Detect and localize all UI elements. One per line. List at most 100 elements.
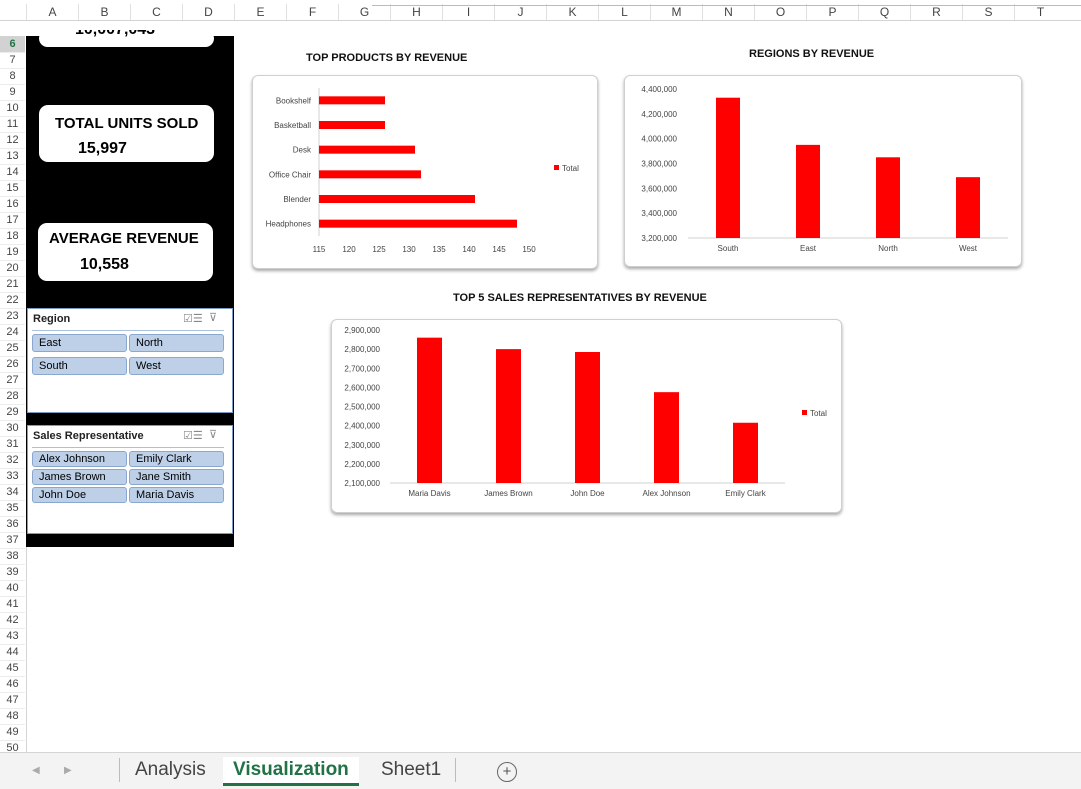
column-header-s[interactable]: S <box>962 4 1014 20</box>
column-header-o[interactable]: O <box>754 4 806 20</box>
regions-chart[interactable]: 4,400,000 4,200,000 4,000,000 3,800,000 3,60… <box>624 75 1022 267</box>
column-header-q[interactable]: Q <box>858 4 910 20</box>
row-header-39[interactable]: 39 <box>0 564 25 581</box>
row-header-47[interactable]: 47 <box>0 692 25 709</box>
add-sheet-icon[interactable]: + <box>497 762 517 782</box>
row-header-10[interactable]: 10 <box>0 100 25 117</box>
column-header-l[interactable]: L <box>598 4 650 20</box>
row-header-31[interactable]: 31 <box>0 436 25 453</box>
row-header-12[interactable]: 12 <box>0 132 25 149</box>
sales-rep-slicer-title: Sales Representative <box>33 430 144 442</box>
bar-alex-johnson <box>654 392 679 483</box>
row-header-43[interactable]: 43 <box>0 628 25 645</box>
clear-filter-icon[interactable]: ⊽ <box>209 311 217 324</box>
row-header-7[interactable]: 7 <box>0 52 25 69</box>
row-header-38[interactable]: 38 <box>0 548 25 565</box>
row-header-14[interactable]: 14 <box>0 164 25 181</box>
row-header-21[interactable]: 21 <box>0 276 25 293</box>
rep-item-james-brown[interactable]: James Brown <box>32 469 127 485</box>
column-header-c[interactable]: C <box>130 4 182 20</box>
region-slicer[interactable]: Region ☑☰ ⊽ East North South West <box>27 308 233 413</box>
row-header-15[interactable]: 15 <box>0 180 25 197</box>
region-item-south[interactable]: South <box>32 357 127 375</box>
row-header-13[interactable]: 13 <box>0 148 25 165</box>
row-header-42[interactable]: 42 <box>0 612 25 629</box>
row-header-17[interactable]: 17 <box>0 212 25 229</box>
reps-chart[interactable]: 2,900,000 2,800,000 2,700,000 2,600,000 2,50… <box>331 319 842 513</box>
tick-label: 2,500,000 <box>344 403 380 412</box>
column-header-r[interactable]: R <box>910 4 962 20</box>
row-header-33[interactable]: 33 <box>0 468 25 485</box>
column-header-k[interactable]: K <box>546 4 598 20</box>
tab-sheet1[interactable]: Sheet1 <box>381 757 441 783</box>
region-item-east[interactable]: East <box>32 334 127 352</box>
sales-rep-slicer[interactable]: Sales Representative ☑☰ ⊽ Alex Johnson E… <box>27 425 233 534</box>
column-header-a[interactable]: A <box>26 4 78 20</box>
tick-label: 2,800,000 <box>344 345 380 354</box>
row-header-20[interactable]: 20 <box>0 260 25 277</box>
row-header-9[interactable]: 9 <box>0 84 25 101</box>
row-header-32[interactable]: 32 <box>0 452 25 469</box>
rep-item-maria-davis[interactable]: Maria Davis <box>129 487 224 503</box>
products-chart[interactable]: Headphones Blender Office Chair Desk Basketb… <box>252 75 598 269</box>
column-header-t[interactable]: T <box>1014 4 1066 20</box>
row-header-49[interactable]: 49 <box>0 724 25 741</box>
row-header-25[interactable]: 25 <box>0 340 25 357</box>
row-header-34[interactable]: 34 <box>0 484 25 501</box>
rep-item-alex-johnson[interactable]: Alex Johnson <box>32 451 127 467</box>
column-header-f[interactable]: F <box>286 4 338 20</box>
region-item-west[interactable]: West <box>129 357 224 375</box>
region-item-north[interactable]: North <box>129 334 224 352</box>
column-header-m[interactable]: M <box>650 4 702 20</box>
row-header-29[interactable]: 29 <box>0 404 25 421</box>
tab-separator <box>455 758 456 782</box>
row-header-40[interactable]: 40 <box>0 580 25 597</box>
row-header-19[interactable]: 19 <box>0 244 25 261</box>
clear-filter-icon[interactable]: ⊽ <box>209 428 217 441</box>
column-header-j[interactable]: J <box>494 4 546 20</box>
row-header-18[interactable]: 18 <box>0 228 25 245</box>
row-header-27[interactable]: 27 <box>0 372 25 389</box>
bar-emily-clark <box>733 422 758 483</box>
tab-analysis[interactable]: Analysis <box>135 757 206 783</box>
row-header-37[interactable]: 37 <box>0 532 25 549</box>
row-header-16[interactable]: 16 <box>0 196 25 213</box>
tick-label: 4,400,000 <box>641 85 677 94</box>
row-header-30[interactable]: 30 <box>0 420 25 437</box>
multi-select-icon[interactable]: ☑☰ <box>183 312 203 325</box>
column-header-n[interactable]: N <box>702 4 754 20</box>
column-header-i[interactable]: I <box>442 4 494 20</box>
column-header-g[interactable]: G <box>338 4 390 20</box>
column-header-b[interactable]: B <box>78 4 130 20</box>
row-header-44[interactable]: 44 <box>0 644 25 661</box>
row-header-35[interactable]: 35 <box>0 500 25 517</box>
column-header-e[interactable]: E <box>234 4 286 20</box>
rep-item-jane-smith[interactable]: Jane Smith <box>129 469 224 485</box>
column-header-p[interactable]: P <box>806 4 858 20</box>
rep-item-john-doe[interactable]: John Doe <box>32 487 127 503</box>
column-header-d[interactable]: D <box>182 4 234 20</box>
row-header-46[interactable]: 46 <box>0 676 25 693</box>
row-header-45[interactable]: 45 <box>0 660 25 677</box>
row-header-41[interactable]: 41 <box>0 596 25 613</box>
row-header-26[interactable]: 26 <box>0 356 25 373</box>
row-header-36[interactable]: 36 <box>0 516 25 533</box>
row-header-24[interactable]: 24 <box>0 324 25 341</box>
rep-item-emily-clark[interactable]: Emily Clark <box>129 451 224 467</box>
tick-label: 3,600,000 <box>641 184 677 193</box>
row-header-11[interactable]: 11 <box>0 116 25 133</box>
row-header-23[interactable]: 23 <box>0 308 25 325</box>
row-header-48[interactable]: 48 <box>0 708 25 725</box>
column-header-h[interactable]: H <box>390 4 442 20</box>
multi-select-icon[interactable]: ☑☰ <box>183 429 203 442</box>
tab-scroll-left-icon[interactable]: ◀ <box>32 765 40 776</box>
row-header-28[interactable]: 28 <box>0 388 25 405</box>
bar-north <box>876 157 900 238</box>
category-label: Emily Clark <box>725 489 766 498</box>
tab-visualization[interactable]: Visualization <box>223 757 359 786</box>
row-header-6[interactable]: 6 <box>0 36 25 53</box>
row-header-8[interactable]: 8 <box>0 68 25 85</box>
tab-scroll-right-icon[interactable]: ▶ <box>64 765 72 776</box>
revenue-kpi-card: 10,007,043 <box>39 30 214 47</box>
row-header-22[interactable]: 22 <box>0 292 25 309</box>
